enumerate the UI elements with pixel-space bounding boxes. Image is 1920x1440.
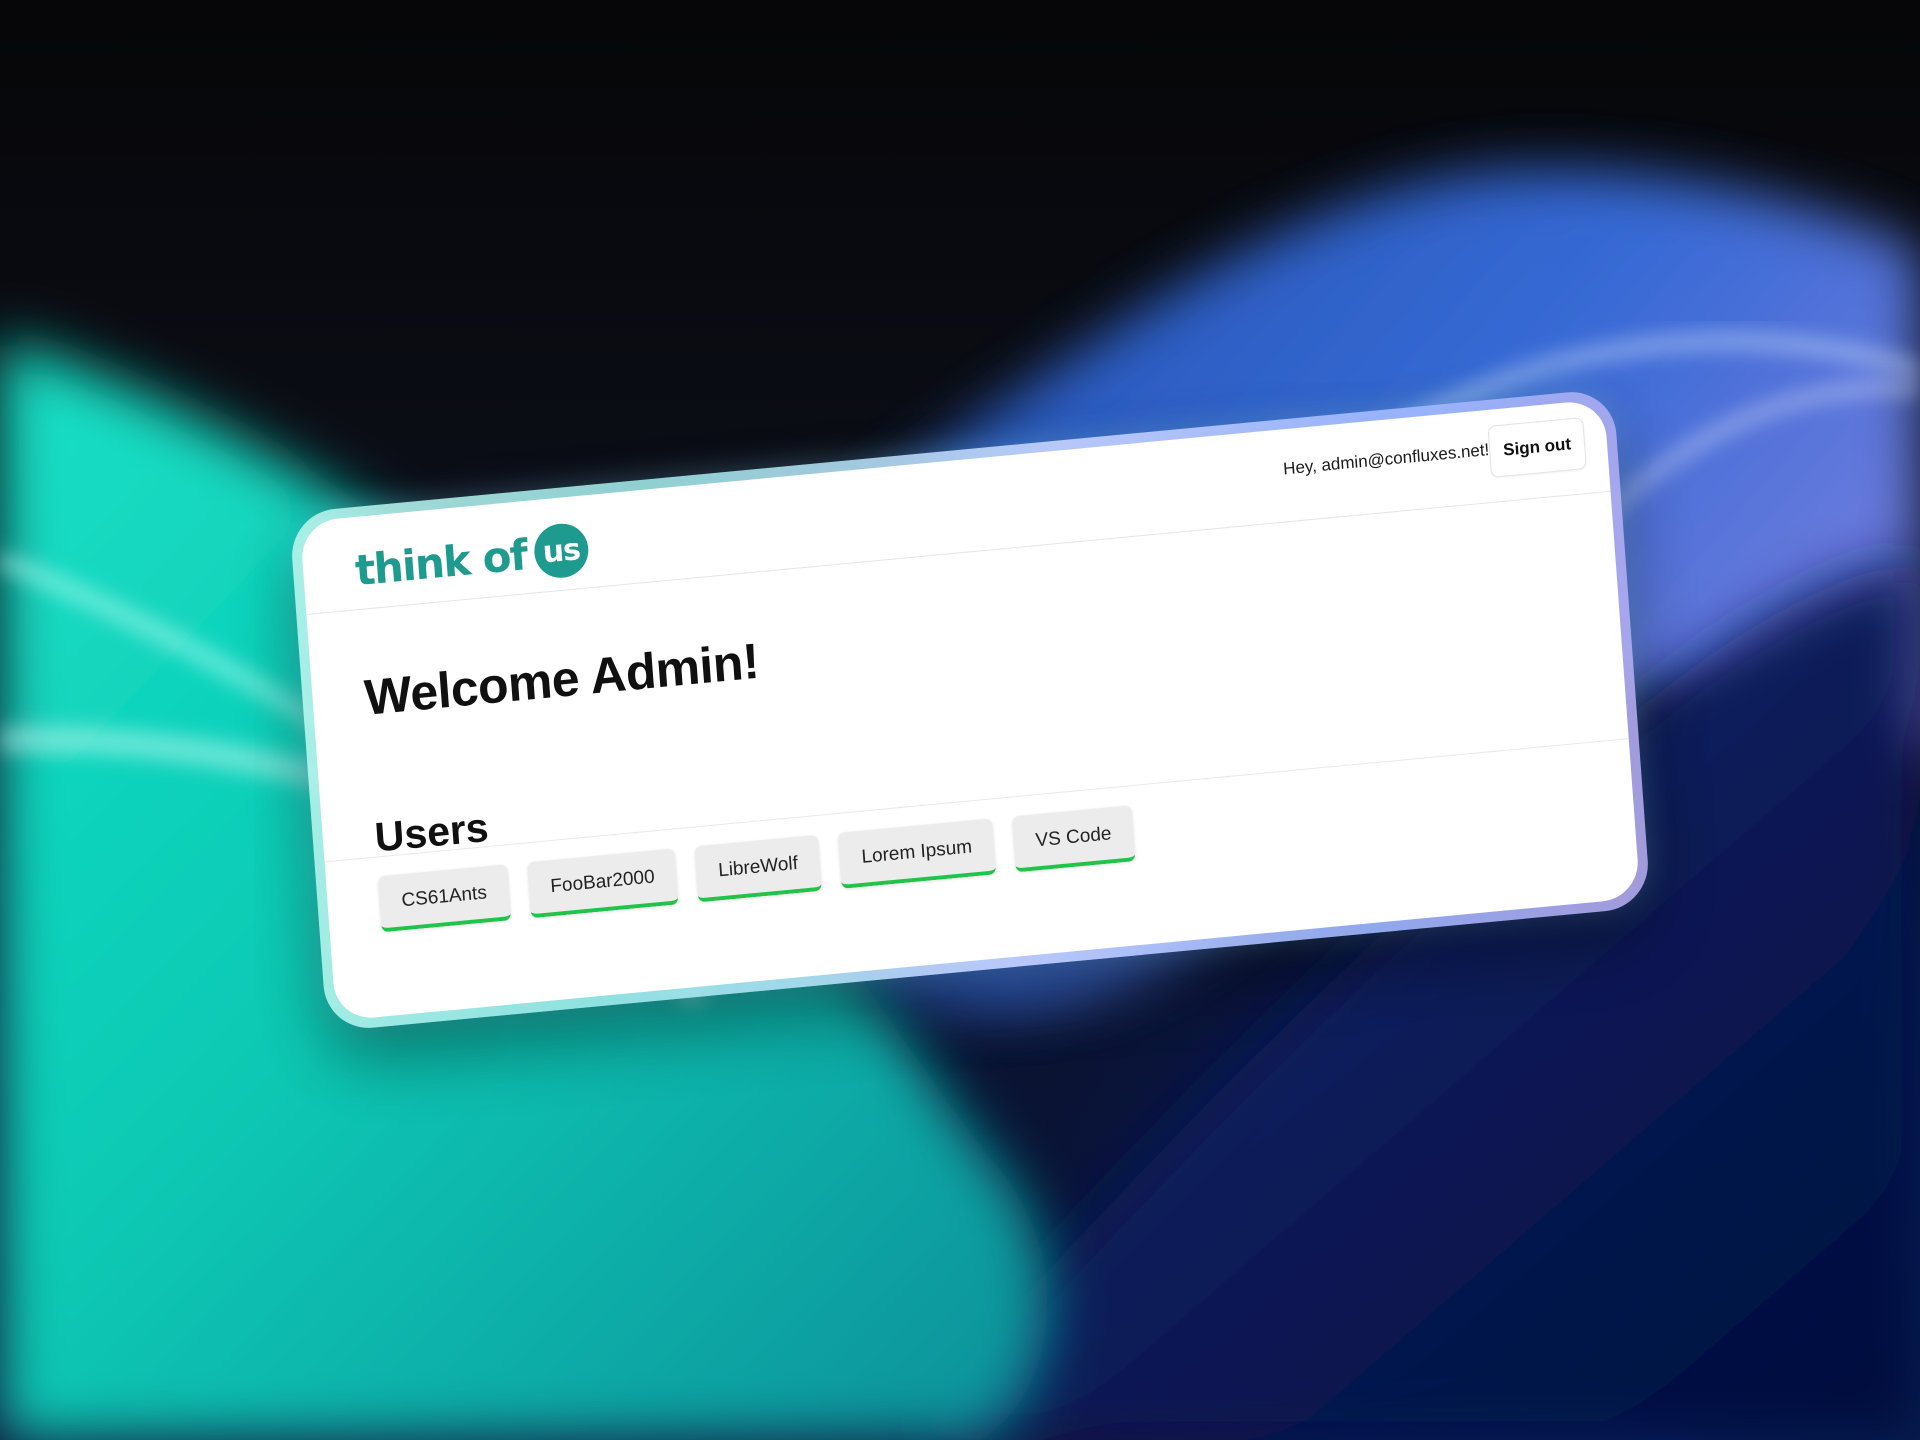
user-chip[interactable]: VS Code xyxy=(1011,805,1136,873)
sign-out-button[interactable]: Sign out xyxy=(1487,417,1587,478)
user-chip[interactable]: LibreWolf xyxy=(694,834,822,903)
page-title: Welcome Admin! xyxy=(362,632,761,726)
logo-badge: us xyxy=(532,521,591,581)
users-section-title: Users xyxy=(373,803,491,861)
users-list: CS61Ants FooBar2000 LibreWolf Lorem Ipsu… xyxy=(377,805,1136,933)
user-chip[interactable]: FooBar2000 xyxy=(526,848,679,919)
user-chip[interactable]: CS61Ants xyxy=(377,864,511,933)
brand-logo[interactable]: think of us xyxy=(353,521,591,597)
logo-text: think of xyxy=(353,529,529,595)
user-greeting: Hey, admin@confluxes.net! xyxy=(1282,440,1490,479)
user-chip[interactable]: Lorem Ipsum xyxy=(837,818,997,889)
